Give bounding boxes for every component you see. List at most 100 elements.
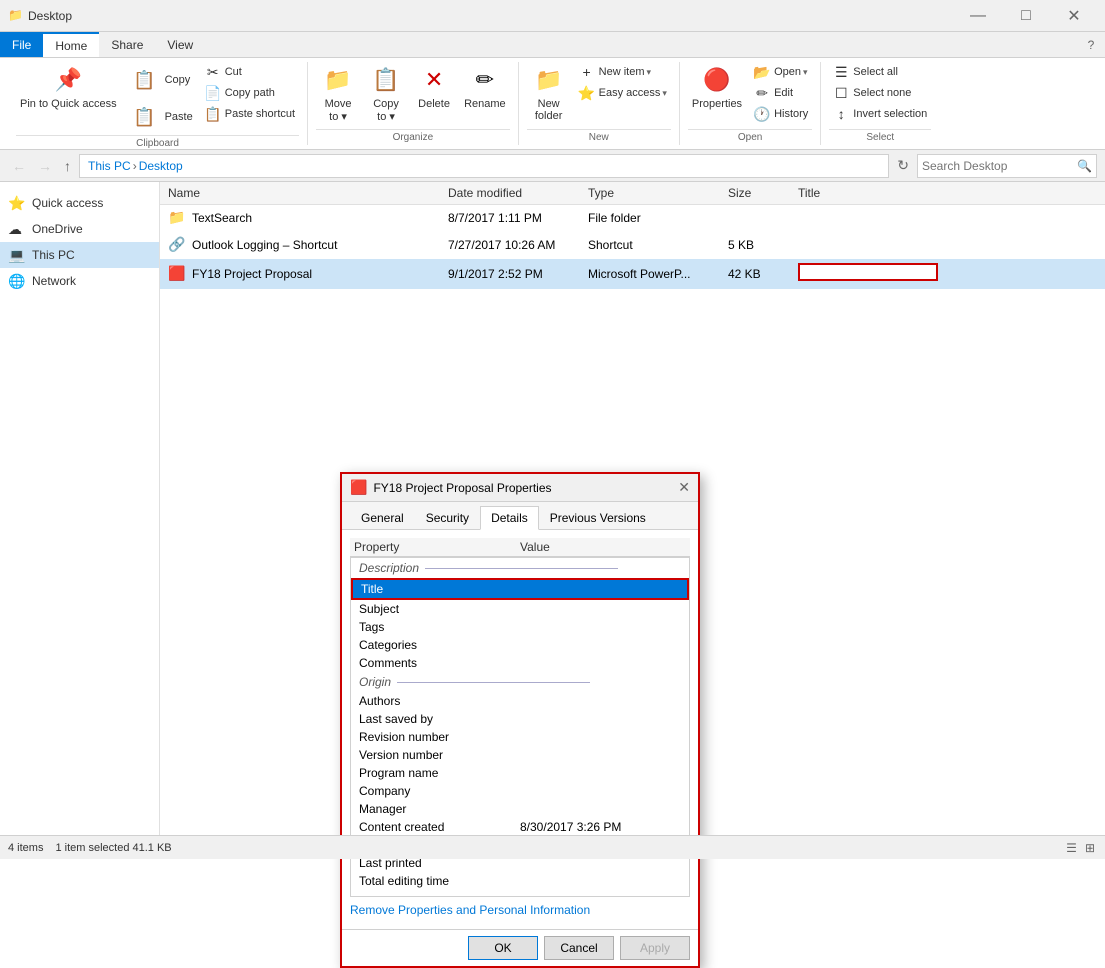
- path-this-pc[interactable]: This PC: [88, 159, 131, 173]
- pin-icon: 📌: [52, 64, 84, 96]
- select-none-button[interactable]: ☐ Select none: [829, 83, 931, 103]
- open-button[interactable]: 📂 Open ▾: [750, 62, 812, 82]
- col-header-date[interactable]: Date modified: [448, 186, 588, 200]
- col-header-size[interactable]: Size: [728, 186, 798, 200]
- minimize-button[interactable]: —: [955, 0, 1001, 32]
- clipboard-content: 📌 Pin to Quick access 📋 Copy 📋 Paste ✂ C…: [16, 62, 299, 135]
- quick-access-icon: ⭐: [8, 194, 26, 212]
- address-path[interactable]: This PC › Desktop: [79, 154, 889, 178]
- dialog-tabs: General Security Details Previous Versio…: [342, 502, 698, 530]
- forward-button[interactable]: →: [34, 156, 56, 176]
- props-row-program[interactable]: Program name: [351, 764, 689, 782]
- props-row-authors[interactable]: Authors: [351, 692, 689, 710]
- tab-file[interactable]: File: [0, 32, 43, 57]
- sidebar-label-quick-access: Quick access: [32, 196, 103, 210]
- path-separator-1: ›: [133, 159, 137, 173]
- large-icons-view-button[interactable]: ⊞: [1083, 839, 1097, 857]
- select-all-button[interactable]: ☰ Select all: [829, 62, 931, 82]
- props-row-total-editing[interactable]: Total editing time: [351, 872, 689, 890]
- props-row-subject[interactable]: Subject: [351, 600, 689, 618]
- dialog-title: FY18 Project Proposal Properties: [373, 481, 678, 495]
- file-list-header: Name Date modified Type Size Title: [160, 182, 1105, 205]
- props-row-revision[interactable]: Revision number: [351, 728, 689, 746]
- props-row-version[interactable]: Version number: [351, 746, 689, 764]
- network-icon: 🌐: [8, 272, 26, 290]
- sidebar-item-onedrive[interactable]: ☁ OneDrive: [0, 216, 159, 242]
- props-row-categories[interactable]: Categories: [351, 636, 689, 654]
- details-view-button[interactable]: ☰: [1064, 839, 1079, 857]
- copy-icon: 📋: [129, 64, 161, 96]
- rename-button[interactable]: ✏ Rename: [460, 62, 510, 112]
- cancel-button[interactable]: Cancel: [544, 936, 614, 960]
- dialog-close-button[interactable]: ✕: [678, 479, 690, 496]
- col-header-title[interactable]: Title: [798, 186, 1097, 200]
- refresh-button[interactable]: ↻: [893, 155, 913, 176]
- dialog-title-icon: 🟥: [350, 479, 367, 496]
- tab-home[interactable]: Home: [43, 32, 99, 57]
- paste-button[interactable]: 📋 Paste: [125, 99, 197, 135]
- delete-button[interactable]: ✕ Delete: [412, 62, 456, 112]
- close-button[interactable]: ✕: [1051, 0, 1097, 32]
- props-row-title[interactable]: Title: [351, 578, 689, 600]
- new-item-button[interactable]: + New item ▾: [575, 62, 671, 82]
- clipboard-label: Clipboard: [16, 135, 299, 151]
- path-desktop[interactable]: Desktop: [139, 159, 183, 173]
- ok-button[interactable]: OK: [468, 936, 538, 960]
- cut-button[interactable]: ✂ Cut: [201, 62, 299, 82]
- pin-to-quick-access-button[interactable]: 📌 Pin to Quick access: [16, 62, 121, 113]
- new-folder-button[interactable]: 📁 Newfolder: [527, 62, 571, 124]
- dialog-tab-security[interactable]: Security: [415, 506, 480, 529]
- history-button[interactable]: 🕐 History: [750, 104, 812, 124]
- organize-group: 📁 Moveto ▾ 📋 Copyto ▾ ✕ Delete ✏ Rename …: [308, 62, 519, 145]
- invert-selection-button[interactable]: ↕ Invert selection: [829, 104, 931, 124]
- copy-button[interactable]: 📋 Copy: [125, 62, 197, 98]
- properties-button[interactable]: 🔴 Properties: [688, 62, 746, 112]
- props-row-company[interactable]: Company: [351, 782, 689, 800]
- props-row-manager[interactable]: Manager: [351, 800, 689, 818]
- props-row-content-created[interactable]: Content created 8/30/2017 3:26 PM: [351, 818, 689, 836]
- search-icon: 🔍: [1077, 159, 1092, 173]
- prop-name-tags: Tags: [359, 620, 520, 634]
- move-to-button[interactable]: 📁 Moveto ▾: [316, 62, 360, 125]
- tab-view[interactable]: View: [155, 32, 205, 57]
- prop-name-revision: Revision number: [359, 730, 520, 744]
- shortcut-icon-outlook: 🔗: [168, 236, 186, 254]
- history-icon: 🕐: [754, 106, 770, 122]
- copy-to-button[interactable]: 📋 Copyto ▾: [364, 62, 408, 125]
- apply-button[interactable]: Apply: [620, 936, 690, 960]
- col-header-type[interactable]: Type: [588, 186, 728, 200]
- copy-path-button[interactable]: 📄 Copy path: [201, 83, 299, 103]
- search-input[interactable]: [922, 159, 1077, 173]
- dialog-tab-general[interactable]: General: [350, 506, 415, 529]
- dialog-tab-previous-versions[interactable]: Previous Versions: [539, 506, 657, 529]
- new-content: 📁 Newfolder + New item ▾ ⭐ Easy access ▾: [527, 62, 671, 129]
- tab-share[interactable]: Share: [99, 32, 155, 57]
- props-row-last-saved-by[interactable]: Last saved by: [351, 710, 689, 728]
- props-row-comments[interactable]: Comments: [351, 654, 689, 672]
- help-button[interactable]: ?: [1077, 32, 1105, 58]
- file-row-fy18[interactable]: 🟥 FY18 Project Proposal 9/1/2017 2:52 PM…: [160, 259, 1105, 289]
- edit-button[interactable]: ✏ Edit: [750, 83, 812, 103]
- file-row-textsearch[interactable]: 📁 TextSearch 8/7/2017 1:11 PM File folde…: [160, 205, 1105, 232]
- sidebar-item-this-pc[interactable]: 💻 This PC: [0, 242, 159, 268]
- item-count: 4 items: [8, 842, 43, 854]
- up-button[interactable]: ↑: [60, 156, 75, 176]
- move-to-icon: 📁: [322, 64, 354, 96]
- dialog-tab-details[interactable]: Details: [480, 506, 539, 530]
- open-small-btns: 📂 Open ▾ ✏ Edit 🕐 History: [750, 62, 812, 124]
- sidebar-item-quick-access[interactable]: ⭐ Quick access: [0, 190, 159, 216]
- prop-name-title: Title: [361, 582, 520, 596]
- back-button[interactable]: ←: [8, 156, 30, 176]
- title-cell-highlighted: [798, 263, 938, 281]
- select-all-icon: ☰: [833, 64, 849, 80]
- paste-shortcut-button[interactable]: 📋 Paste shortcut: [201, 104, 299, 124]
- open-group: 🔴 Properties 📂 Open ▾ ✏ Edit 🕐 History: [680, 62, 821, 145]
- cut-icon: ✂: [205, 64, 221, 80]
- remove-properties-link[interactable]: Remove Properties and Personal Informati…: [350, 897, 690, 921]
- maximize-button[interactable]: □: [1003, 0, 1049, 32]
- col-header-name[interactable]: Name: [168, 186, 448, 200]
- file-row-outlook[interactable]: 🔗 Outlook Logging – Shortcut 7/27/2017 1…: [160, 232, 1105, 259]
- props-row-tags[interactable]: Tags: [351, 618, 689, 636]
- sidebar-item-network[interactable]: 🌐 Network: [0, 268, 159, 294]
- easy-access-button[interactable]: ⭐ Easy access ▾: [575, 83, 671, 103]
